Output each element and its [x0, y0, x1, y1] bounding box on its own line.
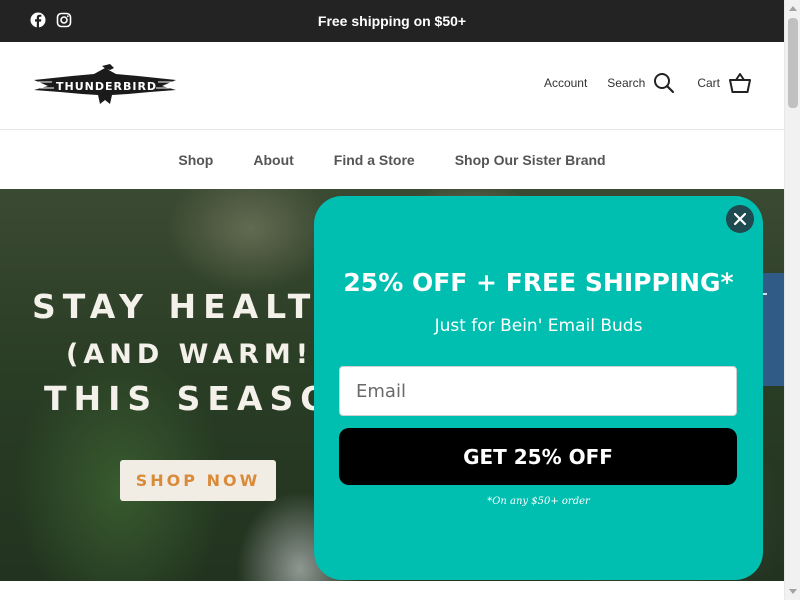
nav-item-find-a-store[interactable]: Find a Store — [334, 152, 415, 168]
basket-icon — [729, 73, 751, 93]
search-icon — [654, 73, 675, 94]
popup-subtitle: Just for Bein' Email Buds — [434, 316, 643, 336]
cart-label: Cart — [697, 76, 720, 90]
scroll-up-arrow-icon[interactable] — [789, 6, 797, 11]
account-link[interactable]: Account — [544, 76, 587, 90]
scroll-down-arrow-icon[interactable] — [789, 589, 797, 594]
popup-fine-print: *On any $50+ order — [487, 496, 590, 507]
side-feedback-tab[interactable] — [760, 273, 784, 386]
page: Free shipping on $50+ THUNDERBIRD Accoun… — [0, 0, 800, 600]
announcement-text: Free shipping on $50+ — [317, 13, 467, 29]
hero-headline-line-2: (AND WARM! — [66, 339, 314, 370]
search-link[interactable]: Search — [607, 72, 675, 94]
popup-title: 25% OFF + FREE SHIPPING* — [343, 268, 734, 297]
side-tab-mark — [763, 293, 767, 295]
nav-item-about[interactable]: About — [253, 152, 293, 168]
site-header: THUNDERBIRD Account Search Cart — [0, 42, 784, 130]
nav-item-shop[interactable]: Shop — [178, 152, 213, 168]
main-nav: Shop About Find a Store Shop Our Sister … — [0, 130, 784, 189]
brand-logo[interactable]: THUNDERBIRD — [32, 64, 178, 108]
get-discount-button[interactable]: GET 25% OFF — [339, 428, 737, 485]
email-signup-popup: 25% OFF + FREE SHIPPING* Just for Bein' … — [314, 196, 763, 580]
announcement-bar: Free shipping on $50+ — [0, 0, 784, 42]
scrollbar-thumb[interactable] — [788, 18, 798, 108]
header-utility-links: Account Search Cart — [544, 72, 752, 94]
search-label: Search — [607, 76, 646, 90]
account-label: Account — [543, 76, 588, 90]
nav-item-sister-brand[interactable]: Shop Our Sister Brand — [455, 152, 606, 168]
close-popup-button[interactable] — [726, 205, 754, 233]
cart-link[interactable]: Cart — [697, 72, 752, 94]
email-field[interactable] — [339, 366, 737, 416]
hero-headline-line-3: THIS SEASO — [44, 379, 336, 418]
shop-now-button[interactable]: SHOP NOW — [120, 460, 276, 501]
logo-wordmark: THUNDERBIRD — [56, 80, 158, 93]
close-icon — [733, 212, 747, 226]
hero-headline-line-1: STAY HEALT — [32, 287, 318, 326]
page-scrollbar[interactable] — [784, 0, 800, 600]
